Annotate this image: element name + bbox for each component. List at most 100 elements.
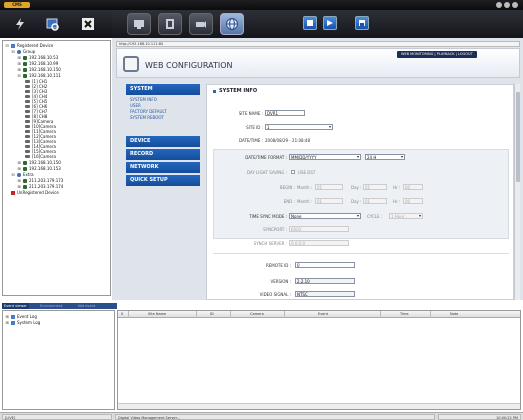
nav-system-reboot[interactable]: SYSTEM REBOOT [130,115,164,120]
arrow-right-icon [327,20,333,26]
stop-icon [307,20,313,26]
log-icon [11,320,15,325]
nav-quick-setup[interactable]: QUICK SETUP [126,175,200,186]
camera-icon [25,110,30,113]
hour-format-select[interactable]: 24 H [365,154,405,160]
tab-event-viewer[interactable]: Event viewer [2,303,29,309]
nav-factory-default[interactable]: FACTORY DEFAULT [130,109,167,114]
col-camera[interactable]: Camera [250,312,264,316]
camera-icon [25,100,30,103]
dvr-icon [23,67,27,72]
tree-system-log[interactable]: ⊞ System Log [5,320,40,325]
globe-icon [226,18,238,30]
end-day-input[interactable]: 01 [363,198,387,204]
tree-device[interactable]: ⊞ 192.168.10.53 [17,55,58,60]
syncport-input[interactable]: 6003 [289,226,349,232]
stop-button[interactable] [303,16,317,30]
dt-format-select[interactable]: MM/DD/YYYY [289,154,361,160]
begin-day-label: Day : [351,185,362,190]
end-month-input[interactable]: 01 [315,198,343,204]
connect-button[interactable] [10,14,30,34]
syncserver-input[interactable]: 0.0.0.0 [289,240,349,246]
remote-id-input[interactable]: 0 [295,262,355,268]
minimize-button[interactable] [496,2,502,8]
device-search-button[interactable] [42,14,62,34]
vertical-scrollbar[interactable] [514,84,520,300]
tree-event-log[interactable]: ⊞ Event Log [5,314,37,319]
nav-record[interactable]: RECORD [126,149,200,160]
camera-icon [25,115,30,118]
status-middle: Digital Video Management Server... [115,414,435,420]
tree-device[interactable]: ⊞ 211.203.179.174 [17,184,63,189]
monitor-icon [134,20,144,29]
top-nav[interactable]: WEB MONITORING | PLAYBACK | LOGOUT [397,51,477,58]
tree-extra[interactable]: ⊟ Extra [11,172,33,177]
site-name-input[interactable]: DVR1 [265,110,305,116]
camera-icon [25,85,30,88]
begin-day-input[interactable]: 01 [363,184,387,190]
site-id-select[interactable]: 1 [265,124,333,130]
dt-format-label: DATE/TIME FORMAT : [245,155,287,160]
tree-device[interactable]: ⊞ 192.168.10.99 [17,61,58,66]
datetime-value: 2008/08/29 - 21:08:48 [265,138,311,143]
begin-month-label: Month : [297,185,313,190]
nav-user[interactable]: USER [130,103,141,108]
begin-month-input[interactable]: 01 [315,184,343,190]
playback-button[interactable] [158,13,182,35]
nav-device[interactable]: DEVICE [126,136,200,147]
col-note[interactable]: Note [450,312,458,316]
tree-device[interactable]: ⊞ 192.168.10.153 [17,166,61,171]
tree-device[interactable]: ⊞ 211.203.179.173 [17,178,63,183]
dvr-icon [23,178,27,183]
camera-icon [196,21,206,28]
col-site-name[interactable]: Site Name [148,312,166,316]
horizontal-scrollbar[interactable] [118,403,520,409]
tree-root[interactable]: ⊟ Registered Device [5,43,53,48]
end-hr-label: Hr : [393,199,401,204]
save-icon [359,20,365,26]
tree-device[interactable]: ⊞ 192.168.10.150 [17,67,61,72]
search-button[interactable] [189,13,213,35]
scroll-thumb[interactable] [516,92,520,182]
tree-device[interactable]: ⊟ 192.168.10.111 [17,73,61,78]
disconnect-button[interactable] [78,14,98,34]
tree-camera[interactable]: [16]Camera [25,154,56,159]
main-toolbar [112,10,523,38]
bullet-icon [213,89,216,93]
chevron-down-icon [329,126,331,128]
live-view-button[interactable] [127,13,151,35]
col-id[interactable]: ID [210,312,214,316]
camera-icon [25,150,30,153]
nav-network[interactable]: NETWORK [126,162,200,173]
save-button[interactable] [355,16,369,30]
sync-mode-select[interactable]: None [289,213,361,219]
camera-icon [25,95,30,98]
next-button[interactable] [323,16,337,30]
close-button[interactable] [512,2,518,8]
version-value: 2.2.10 [295,278,355,284]
begin-hr-input[interactable]: 00 [403,184,423,190]
log-table-header: S Site Name ID Camera Event Time Note [118,311,520,318]
log-table: S Site Name ID Camera Event Time Note [117,310,521,410]
col-time[interactable]: Time [400,312,409,316]
tab-environment[interactable]: Environment [38,303,64,309]
tab-net-event[interactable]: Net event [76,303,97,309]
cycle-select[interactable]: 1 Hour [389,213,423,219]
nav-system-info[interactable]: SYSTEM INFO [130,97,157,102]
tree-device[interactable]: ⊞ 192.168.10.150 [17,160,61,165]
column-divider [430,311,431,318]
nav-system[interactable]: SYSTEM [126,84,200,95]
tree-group[interactable]: ⊟ Group [11,49,35,54]
app-logo: CMS [4,2,30,8]
camera-icon [25,140,30,143]
maximize-button[interactable] [504,2,510,8]
web-config-button[interactable] [220,13,244,35]
chevron-down-icon [357,215,359,217]
col-s[interactable]: S [121,312,123,316]
end-hr-input[interactable]: 00 [403,198,423,204]
address-bar[interactable]: http://192.168.10.111:80 [116,41,520,47]
use-dst-checkbox[interactable] [291,170,295,174]
col-event[interactable]: Event [318,312,328,316]
tree-unregistered[interactable]: UnRegistered Device [5,190,59,195]
camera-icon [25,135,30,138]
